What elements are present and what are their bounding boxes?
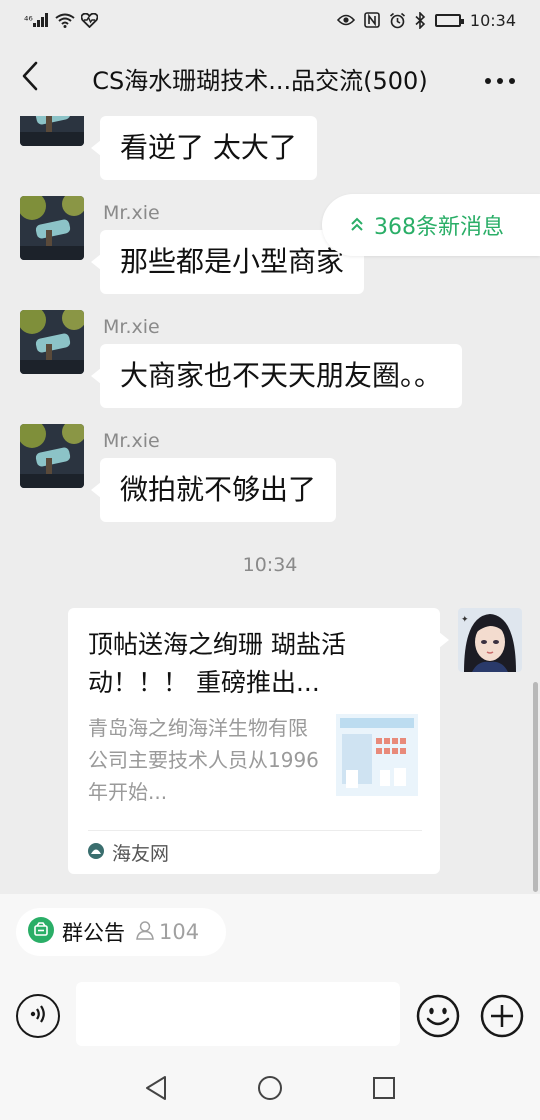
message-bubble[interactable]: 看逆了 太大了 [91, 116, 317, 180]
chat-scrollbar[interactable] [533, 682, 538, 892]
battery-icon [434, 13, 464, 27]
group-announcement-button[interactable]: 群公告 104 [16, 908, 226, 956]
shared-link-card[interactable]: 顶帖送海之绚珊 瑚盐活动！！！ 重磅推出... 青岛海之绚海洋生物有限公司主要技… [68, 608, 449, 874]
announcement-readers: 104 [135, 920, 199, 945]
back-button[interactable] [0, 40, 60, 116]
emoji-button[interactable] [416, 994, 460, 1038]
more-actions-button[interactable] [480, 994, 524, 1038]
system-navigation-bar [0, 1060, 540, 1120]
nav-back-button[interactable] [140, 1074, 172, 1106]
avatar[interactable] [20, 116, 84, 146]
card-thumbnail [336, 714, 418, 796]
announcement-count: 104 [159, 920, 200, 944]
avatar[interactable] [20, 196, 84, 260]
message-timestamp: 10:34 [242, 554, 298, 576]
eye-icon [336, 14, 355, 26]
cellular-signal-icon: ⁴⁶ [24, 13, 49, 27]
square-recents-icon [372, 1076, 396, 1104]
voice-button[interactable] [16, 994, 60, 1038]
alarm-icon [389, 12, 406, 29]
health-heart-icon [80, 12, 98, 28]
new-messages-button[interactable]: 368条新消息 [322, 194, 540, 256]
person-icon [135, 920, 155, 945]
status-bar: ⁴⁶ 10:34 [0, 0, 540, 40]
triangle-back-icon [144, 1075, 168, 1105]
new-messages-label: 368条新消息 [374, 215, 504, 240]
status-time: 10:34 [469, 10, 516, 30]
card-source-name: 海友网 [112, 843, 170, 865]
chat-header: CS海水珊瑚技术...品交流(500) [0, 40, 540, 116]
announcement-icon [28, 917, 54, 947]
sender-name: Mr.xie [103, 316, 160, 338]
announcement-label: 群公告 [62, 921, 125, 945]
avatar[interactable] [20, 424, 84, 488]
chat-history[interactable]: 看逆了 太大了 Mr.xie 那些都是小型商家 Mr.xie 大商家也不天天朋友… [0, 116, 540, 894]
double-chevron-up-icon [350, 213, 364, 238]
source-logo-icon [88, 842, 104, 864]
card-description: 青岛海之绚海洋生物有限公司主要技术人员从1996年开始... [88, 716, 319, 804]
wifi-icon [55, 13, 75, 28]
nav-home-button[interactable] [254, 1074, 286, 1106]
bluetooth-icon [415, 11, 426, 29]
message-bubble[interactable]: 微拍就不够出了 [90, 458, 337, 522]
avatar[interactable]: ✦ [458, 608, 522, 672]
avatar[interactable] [20, 310, 84, 374]
card-source: 海友网 [88, 830, 422, 874]
card-title: 顶帖送海之绚珊 瑚盐活动！！！ 重磅推出... [88, 630, 346, 697]
sender-name: Mr.xie [103, 202, 160, 224]
nfc-icon [364, 12, 380, 28]
network-type: ⁴⁶ [24, 13, 33, 27]
chevron-left-icon [21, 61, 39, 95]
voice-icon [27, 1003, 49, 1029]
nav-recents-button[interactable] [368, 1074, 400, 1106]
emoji-icon [416, 994, 460, 1042]
message-bubble[interactable]: 大商家也不天天朋友圈。。 [90, 344, 463, 408]
sender-name: Mr.xie [103, 430, 160, 452]
plus-icon [480, 994, 524, 1042]
more-button[interactable] [460, 40, 540, 116]
message-bubble[interactable]: 那些都是小型商家 [90, 230, 365, 294]
message-input[interactable] [76, 982, 400, 1046]
more-icon [485, 69, 515, 88]
announcement-bar: 群公告 104 [0, 894, 540, 968]
circle-home-icon [257, 1075, 283, 1105]
svg-text:✦: ✦ [461, 615, 469, 625]
input-bar [0, 968, 540, 1060]
chat-title: CS海水珊瑚技术...品交流(500) [92, 66, 428, 95]
